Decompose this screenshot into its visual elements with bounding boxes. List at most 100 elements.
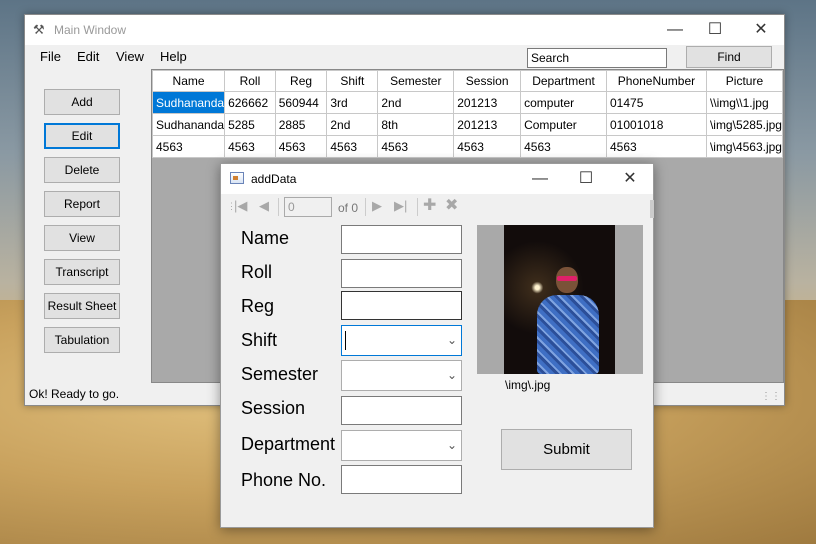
table-cell[interactable]: 560944 <box>274 91 328 114</box>
main-titlebar[interactable]: ⚒ Main Window — ☐ ✕ <box>25 15 784 45</box>
report-button[interactable]: Report <box>44 191 120 217</box>
reg-label: Reg <box>241 296 275 316</box>
table-cell[interactable]: 4563 <box>274 135 328 158</box>
chevron-down-icon[interactable]: ⌄ <box>447 438 457 452</box>
column-header[interactable]: Semester <box>377 70 455 92</box>
session-field[interactable] <box>341 396 462 425</box>
delete-icon[interactable]: ✖ <box>445 195 458 215</box>
window-title: Main Window <box>54 23 127 37</box>
view-button[interactable]: View <box>44 225 120 251</box>
roll-field[interactable] <box>341 259 462 288</box>
menubar: File Edit View Help <box>25 45 784 69</box>
table-cell[interactable]: \img\5285.jpg <box>705 113 783 136</box>
column-header[interactable]: Reg <box>274 70 328 92</box>
shift-label: Shift <box>241 330 278 350</box>
table-cell[interactable]: \\img\\1.jpg <box>705 91 783 114</box>
form-icon <box>230 172 244 184</box>
column-header[interactable]: Department <box>520 70 607 92</box>
find-button[interactable]: Find <box>686 46 772 68</box>
semester-select[interactable]: ⌄ <box>341 360 462 391</box>
dialog-minimize-icon[interactable]: — <box>517 164 563 194</box>
table-cell[interactable]: 01001018 <box>606 113 707 136</box>
name-field[interactable] <box>341 225 462 254</box>
table-cell[interactable]: computer <box>520 91 607 114</box>
shift-select[interactable]: ⌄ <box>341 325 462 356</box>
dialog-close-icon[interactable]: ✕ <box>607 164 653 194</box>
student-table: Name Roll Reg Shift Semester Session Dep… <box>152 70 783 158</box>
chevron-down-icon[interactable]: ⌄ <box>447 333 457 347</box>
resize-grip-icon[interactable]: ⋮⋮ <box>761 391 781 402</box>
table-header-row: Name Roll Reg Shift Semester Session Dep… <box>152 70 783 92</box>
table-cell[interactable]: 3rd <box>326 91 379 114</box>
close-icon[interactable]: ✕ <box>738 15 784 45</box>
move-next-icon[interactable]: ▶ <box>372 198 382 214</box>
app-icon: ⚒ <box>33 22 45 37</box>
table-cell[interactable]: \img\4563.jpg <box>705 135 783 158</box>
table-cell[interactable]: 5285 <box>224 113 276 136</box>
search-input[interactable] <box>527 48 667 68</box>
move-previous-icon[interactable]: ◀ <box>259 198 269 214</box>
menu-help[interactable]: Help <box>160 49 187 64</box>
table-row[interactable]: Sudhananda 5285 2885 2nd 8th 201213 Comp… <box>152 113 783 136</box>
table-cell[interactable]: 4563 <box>152 135 226 158</box>
nav-count-label: of 0 <box>338 201 359 215</box>
table-row[interactable]: 4563 4563 4563 4563 4563 4563 4563 4563 … <box>152 135 783 158</box>
table-cell[interactable]: 4563 <box>453 135 522 158</box>
dialog-titlebar[interactable]: addData — ☐ ✕ <box>221 164 653 194</box>
column-header[interactable]: Roll <box>224 70 276 92</box>
table-cell[interactable]: Sudhananda <box>152 91 226 114</box>
table-cell[interactable]: 8th <box>377 113 455 136</box>
table-row[interactable]: Sudhananda 626662 560944 3rd 2nd 201213 … <box>152 91 783 114</box>
table-cell[interactable]: 201213 <box>453 91 522 114</box>
tabulation-button[interactable]: Tabulation <box>44 327 120 353</box>
menu-edit[interactable]: Edit <box>77 49 99 64</box>
phone-field[interactable] <box>341 465 462 494</box>
column-header[interactable]: PhoneNumber <box>606 70 707 92</box>
chevron-down-icon[interactable]: ⌄ <box>447 368 457 382</box>
table-cell[interactable]: 2885 <box>274 113 328 136</box>
table-cell[interactable]: 201213 <box>453 113 522 136</box>
table-cell[interactable]: 4563 <box>520 135 607 158</box>
table-cell[interactable]: 2nd <box>377 91 455 114</box>
student-photo <box>504 225 615 374</box>
binding-navigator: ⋮ |◀ ◀ of 0 ▶ ▶| ✚ ✖ <box>221 194 653 220</box>
picture-box[interactable] <box>477 225 643 374</box>
result-sheet-button[interactable]: Result Sheet <box>44 293 120 319</box>
move-first-icon[interactable]: |◀ <box>234 198 247 214</box>
nav-separator <box>365 198 366 216</box>
table-cell[interactable]: 4563 <box>326 135 379 158</box>
column-header[interactable]: Picture <box>705 70 783 92</box>
name-label: Name <box>241 228 290 248</box>
table-cell[interactable]: 01475 <box>606 91 707 114</box>
photo-shirt <box>537 295 599 374</box>
table-cell[interactable]: 4563 <box>224 135 276 158</box>
dialog-maximize-icon[interactable]: ☐ <box>563 164 609 194</box>
dialog-scroll-indicator[interactable] <box>650 200 654 218</box>
move-last-icon[interactable]: ▶| <box>394 198 407 214</box>
table-cell[interactable]: 4563 <box>377 135 455 158</box>
table-cell[interactable]: Computer <box>520 113 607 136</box>
transcript-button[interactable]: Transcript <box>44 259 120 285</box>
submit-button[interactable]: Submit <box>501 429 632 470</box>
reg-field[interactable] <box>341 291 462 320</box>
department-label: Department <box>241 434 336 454</box>
nav-position-input[interactable] <box>284 197 332 217</box>
menu-view[interactable]: View <box>116 49 144 64</box>
department-select[interactable]: ⌄ <box>341 430 462 461</box>
roll-label: Roll <box>241 262 273 282</box>
table-cell[interactable]: 4563 <box>606 135 707 158</box>
table-cell[interactable]: 626662 <box>224 91 276 114</box>
phone-label: Phone No. <box>241 470 327 490</box>
add-button[interactable]: Add <box>44 89 120 115</box>
delete-button[interactable]: Delete <box>44 157 120 183</box>
maximize-icon[interactable]: ☐ <box>692 15 738 45</box>
column-header[interactable]: Shift <box>326 70 379 92</box>
status-text: Ok! Ready to go. <box>29 387 120 401</box>
table-cell[interactable]: Sudhananda <box>152 113 226 136</box>
column-header[interactable]: Name <box>152 70 226 92</box>
add-new-icon[interactable]: ✚ <box>423 195 436 215</box>
menu-file[interactable]: File <box>40 49 61 64</box>
table-cell[interactable]: 2nd <box>326 113 379 136</box>
column-header[interactable]: Session <box>453 70 522 92</box>
edit-button[interactable]: Edit <box>44 123 120 149</box>
